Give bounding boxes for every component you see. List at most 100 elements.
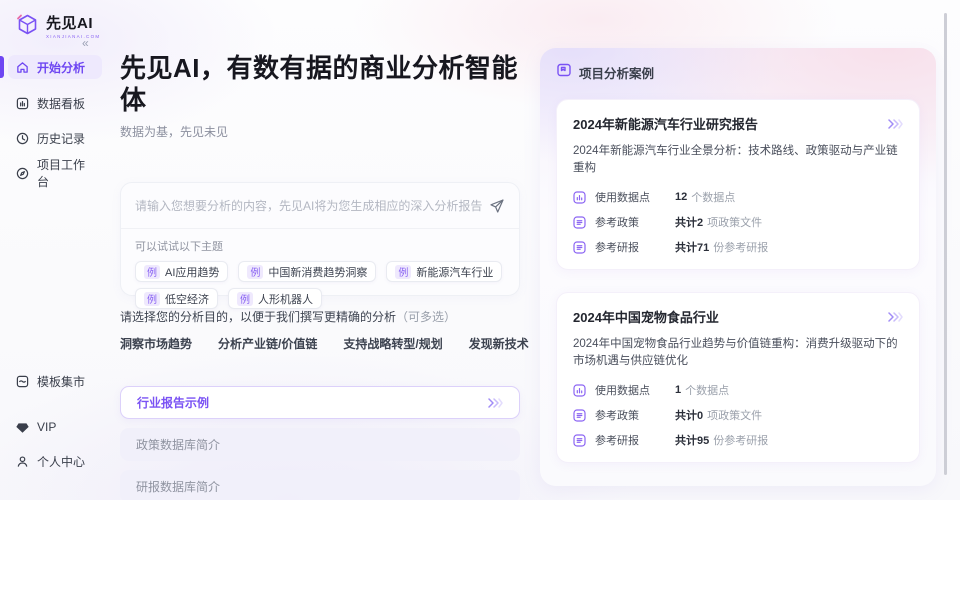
example-badge: 例 bbox=[237, 292, 253, 306]
history-clock-icon bbox=[16, 132, 29, 145]
stat-unit: 份参考研报 bbox=[713, 239, 768, 255]
stat-unit: 个数据点 bbox=[685, 382, 729, 398]
topic-label: 人形机器人 bbox=[258, 291, 313, 307]
logo-subtitle: XIANJIANAI.COM bbox=[46, 34, 100, 39]
topics-label: 可以试试以下主题 bbox=[135, 238, 505, 254]
sidebar-item-start-analysis[interactable]: 开始分析 bbox=[8, 55, 102, 79]
section-label: 研报数据库简介 bbox=[136, 478, 220, 495]
page-title: 先见AI，有数有据的商业分析智能体 bbox=[120, 52, 520, 116]
stat-label: 参考研报 bbox=[595, 432, 675, 448]
sidebar-item-label: 项目工作台 bbox=[37, 156, 94, 190]
section-label: 政策数据库简介 bbox=[136, 436, 220, 453]
case-stats: 使用数据点 1 个数据点 参考政策 共计0 项政策文件 参考研报 bbox=[573, 382, 903, 448]
stat-label: 使用数据点 bbox=[595, 382, 675, 398]
stat-unit: 项政策文件 bbox=[707, 407, 762, 423]
topic-label: 低空经济 bbox=[165, 291, 209, 307]
sidebar-item-vip[interactable]: VIP bbox=[8, 416, 102, 438]
stat-value: 共计71 bbox=[675, 239, 709, 255]
topics-section: 可以试试以下主题 例 AI应用趋势 例 中国新消费趋势洞察 例 新能源汽车行业 bbox=[121, 229, 519, 309]
topic-tag-china-consumption[interactable]: 例 中国新消费趋势洞察 bbox=[238, 261, 376, 282]
purpose-option-value-chain[interactable]: 分析产业链/价值链 bbox=[218, 335, 317, 352]
double-chevron-right-icon bbox=[487, 398, 503, 408]
sidebar-item-data-dashboard[interactable]: 数据看板 bbox=[8, 92, 102, 114]
stat-unit: 份参考研报 bbox=[713, 432, 768, 448]
policy-doc-icon bbox=[573, 409, 586, 422]
logo: 先见AI XIANJIANAI.COM bbox=[14, 12, 100, 39]
user-icon bbox=[16, 455, 29, 468]
topic-label: AI应用趋势 bbox=[165, 264, 219, 280]
sidebar-collapse-icon[interactable]: « bbox=[82, 36, 89, 50]
stat-value: 12 bbox=[675, 191, 687, 203]
report-doc-icon bbox=[573, 241, 586, 254]
case-title: 2024年新能源汽车行业研究报告 bbox=[573, 114, 758, 133]
stat-value: 共计0 bbox=[675, 407, 703, 423]
sidebar-item-label: 数据看板 bbox=[37, 95, 85, 112]
stat-row-research-reports: 参考研报 共计95 份参考研报 bbox=[573, 432, 903, 448]
example-badge: 例 bbox=[247, 265, 263, 279]
stat-value: 共计2 bbox=[675, 214, 703, 230]
stat-label: 参考研报 bbox=[595, 239, 675, 255]
data-chart-icon bbox=[573, 191, 586, 204]
analysis-composer-card: 可以试试以下主题 例 AI应用趋势 例 中国新消费趋势洞察 例 新能源汽车行业 bbox=[120, 182, 520, 296]
vertical-scrollbar[interactable] bbox=[944, 13, 947, 475]
intro-sections: 行业报告示例 政策数据库简介 研报数据库简介 行业数据库简介 bbox=[120, 386, 520, 500]
project-cases-panel: 项目分析案例 2024年新能源汽车行业研究报告 2024年新能源汽车行业全景分析… bbox=[540, 48, 936, 486]
workbench-compass-icon bbox=[16, 167, 29, 180]
template-market-icon bbox=[16, 375, 29, 388]
topic-tag-humanoid-robot[interactable]: 例 人形机器人 bbox=[228, 288, 322, 309]
case-description: 2024年新能源汽车行业全景分析：技术路线、政策驱动与产业链重构 bbox=[573, 143, 903, 177]
vip-gem-icon bbox=[16, 421, 29, 434]
stat-unit: 项政策文件 bbox=[707, 214, 762, 230]
stat-row-data-points: 使用数据点 1 个数据点 bbox=[573, 382, 903, 398]
stat-row-research-reports: 参考研报 共计71 份参考研报 bbox=[573, 239, 903, 255]
purpose-hint: （可多选） bbox=[396, 310, 456, 324]
stat-row-data-points: 使用数据点 12 个数据点 bbox=[573, 189, 903, 205]
send-paper-plane-icon[interactable] bbox=[489, 198, 505, 214]
case-card-pet-food[interactable]: 2024年中国宠物食品行业 2024年中国宠物食品行业趋势与价值链重构：消费升级… bbox=[556, 292, 920, 463]
double-chevron-right-icon[interactable] bbox=[887, 119, 903, 129]
main-content: 先见AI，有数有据的商业分析智能体 数据为基，先见未见 可以试试以下主题 例 A… bbox=[120, 0, 520, 500]
section-research-report-database-intro[interactable]: 研报数据库简介 bbox=[120, 470, 520, 500]
double-chevron-right-icon[interactable] bbox=[887, 312, 903, 322]
topic-tag-nev-industry[interactable]: 例 新能源汽车行业 bbox=[386, 261, 502, 282]
active-indicator-bar bbox=[0, 56, 4, 78]
topic-tag-ai-trends[interactable]: 例 AI应用趋势 bbox=[135, 261, 228, 282]
section-label: 行业报告示例 bbox=[137, 394, 209, 411]
stat-row-policies: 参考政策 共计2 项政策文件 bbox=[573, 214, 903, 230]
purpose-option-new-tech[interactable]: 发现新技术 bbox=[469, 335, 529, 352]
section-policy-database-intro[interactable]: 政策数据库简介 bbox=[120, 428, 520, 461]
page-subtitle: 数据为基，先见未见 bbox=[120, 123, 520, 140]
policy-doc-icon bbox=[573, 216, 586, 229]
sidebar-item-template-market[interactable]: 模板集市 bbox=[8, 370, 102, 392]
sidebar: 先见AI XIANJIANAI.COM « 开始分析 数据看板 bbox=[0, 0, 110, 500]
purpose-label: 请选择您的分析目的，以便于我们撰写更精确的分析（可多选） bbox=[120, 308, 520, 325]
case-card-nev-report[interactable]: 2024年新能源汽车行业研究报告 2024年新能源汽车行业全景分析：技术路线、政… bbox=[556, 99, 920, 270]
analysis-input[interactable] bbox=[135, 199, 489, 213]
purpose-option-market-trends[interactable]: 洞察市场趋势 bbox=[120, 335, 192, 352]
cube-logo-icon bbox=[14, 12, 41, 39]
case-title: 2024年中国宠物食品行业 bbox=[573, 307, 719, 326]
stat-label: 使用数据点 bbox=[595, 189, 675, 205]
sidebar-item-history[interactable]: 历史记录 bbox=[8, 127, 102, 149]
example-badge: 例 bbox=[144, 292, 160, 306]
sidebar-item-label: VIP bbox=[37, 420, 56, 434]
sidebar-item-label: 个人中心 bbox=[37, 453, 85, 470]
cases-panel-header: 项目分析案例 bbox=[540, 48, 936, 91]
purpose-option-strategy[interactable]: 支持战略转型/规划 bbox=[343, 335, 442, 352]
home-icon bbox=[16, 61, 29, 74]
sidebar-item-label: 模板集市 bbox=[37, 373, 85, 390]
topic-label: 新能源汽车行业 bbox=[416, 264, 493, 280]
stat-label: 参考政策 bbox=[595, 407, 675, 423]
example-badge: 例 bbox=[395, 265, 411, 279]
section-industry-report-examples[interactable]: 行业报告示例 bbox=[120, 386, 520, 419]
stat-value: 1 bbox=[675, 384, 681, 396]
sidebar-spacer bbox=[0, 402, 110, 416]
stat-label: 参考政策 bbox=[595, 214, 675, 230]
case-stats: 使用数据点 12 个数据点 参考政策 共计2 项政策文件 参考研报 bbox=[573, 189, 903, 255]
stat-row-policies: 参考政策 共计0 项政策文件 bbox=[573, 407, 903, 423]
topic-tag-low-altitude-economy[interactable]: 例 低空经济 bbox=[135, 288, 218, 309]
sidebar-bottom-nav: 模板集市 VIP 个人中心 bbox=[0, 370, 110, 482]
sidebar-item-personal-center[interactable]: 个人中心 bbox=[8, 450, 102, 472]
sidebar-item-project-workbench[interactable]: 项目工作台 bbox=[8, 162, 102, 184]
data-chart-icon bbox=[573, 384, 586, 397]
